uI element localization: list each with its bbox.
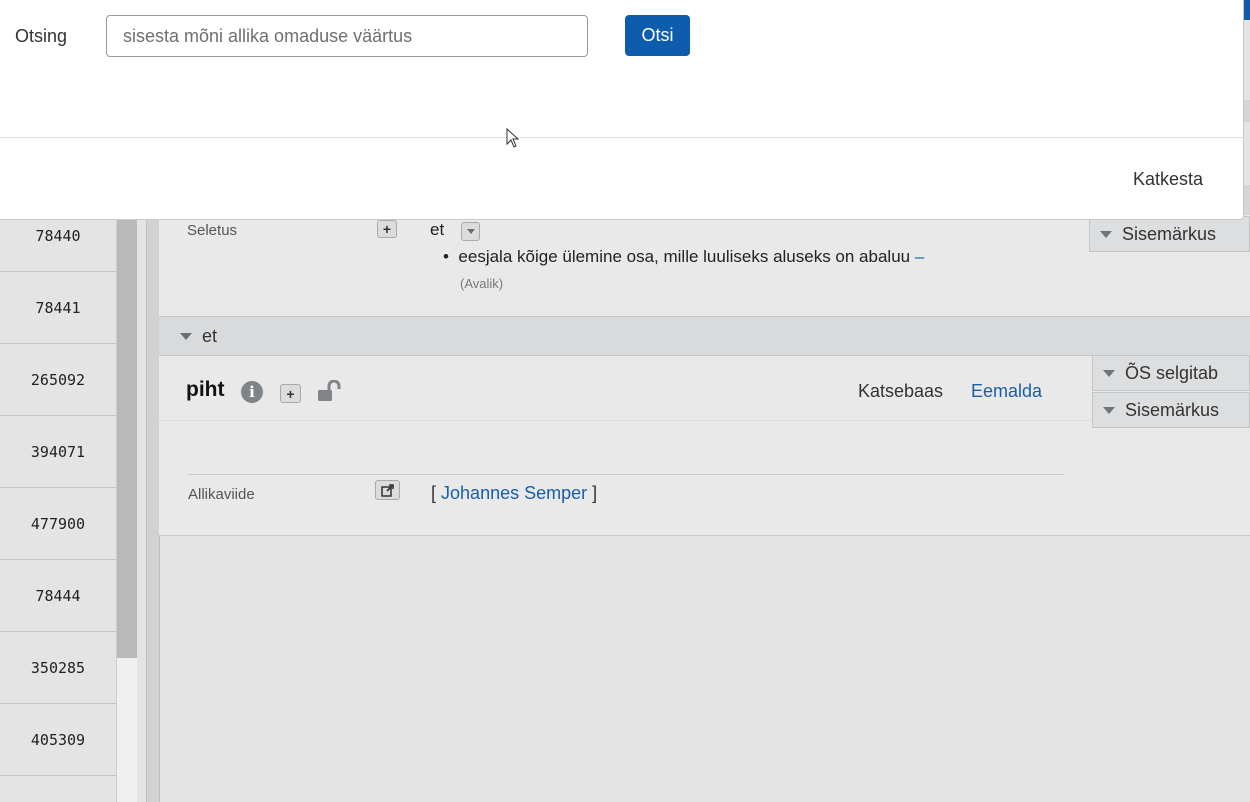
dataset-label: Katsebaas [858, 381, 944, 401]
list-item[interactable]: 78444 [0, 560, 116, 632]
source-link[interactable]: Johannes Semper [441, 483, 587, 503]
collapse-icon [1100, 230, 1112, 238]
source-search-dialog: Otsing Otsi Katkesta [0, 0, 1244, 220]
definition-label: Seletus [187, 222, 238, 239]
unlock-icon[interactable] [317, 380, 343, 402]
definition-item: • eesjala kõige ülemine osa, mille luuli… [443, 247, 924, 267]
side-tag-internal-note[interactable]: Sisemärkus [1092, 392, 1250, 428]
search-input[interactable] [106, 15, 588, 57]
panel-resize-handle[interactable] [146, 200, 160, 802]
plus-icon: + [286, 385, 295, 402]
chevron-down-icon [466, 229, 475, 234]
add-definition-button[interactable]: + [377, 220, 397, 238]
definition-text: eesjala kõige ülemine osa, mille luulise… [458, 247, 911, 266]
side-tag-internal-note[interactable]: Sisemärkus [1089, 216, 1250, 252]
collapse-icon [180, 333, 192, 340]
list-item[interactable]: 405309 [0, 704, 116, 776]
divider [159, 420, 1092, 421]
list-item[interactable]: 78441 [0, 272, 116, 344]
list-item[interactable]: 394071 [0, 416, 116, 488]
external-link-icon [381, 483, 394, 497]
scrollbar-thumb[interactable] [117, 200, 137, 658]
definition-lang: et [430, 220, 445, 239]
list-item[interactable]: 350285 [0, 632, 116, 704]
lang-section-label: et [202, 326, 218, 346]
edge-strip [1243, 185, 1250, 215]
lang-dropdown-button[interactable] [461, 222, 480, 241]
visibility-label: (Avalik) [460, 276, 504, 291]
word-title: piht [186, 378, 225, 401]
source-label: Allikaviide [188, 486, 255, 503]
lang-section-header[interactable]: et [159, 316, 1250, 356]
list-scrollbar[interactable] [116, 200, 137, 802]
search-label: Otsing [15, 26, 68, 46]
source-ref: [ Johannes Semper ] [431, 483, 598, 503]
modal-divider [0, 137, 1243, 138]
open-source-button[interactable] [375, 480, 400, 500]
info-icon[interactable]: i [241, 381, 263, 403]
remove-link[interactable]: Eemalda [971, 381, 1042, 402]
edge-strip [1243, 100, 1250, 122]
search-button[interactable]: Otsi [625, 15, 690, 56]
collapse-icon [1103, 369, 1115, 377]
mouse-cursor-icon [506, 128, 520, 148]
side-tag-os-explains[interactable]: ÕS selgitab [1092, 355, 1250, 391]
plus-icon: + [382, 221, 392, 237]
id-list: 78440 78441 265092 394071 477900 78444 3… [0, 200, 116, 802]
edge-accent [1243, 0, 1250, 20]
collapse-icon [1103, 406, 1115, 414]
divider [188, 474, 1064, 475]
list-item[interactable]: 265092 [0, 344, 116, 416]
bullet: • [443, 247, 459, 266]
cancel-button[interactable]: Katkesta [1127, 168, 1209, 191]
entry-panel: Seletus + et • eesjala kõige ülemine osa… [159, 200, 1250, 536]
definition-edit-link[interactable]: – [915, 247, 924, 266]
list-item[interactable]: 477900 [0, 488, 116, 560]
add-word-property-button[interactable]: + [280, 384, 301, 403]
